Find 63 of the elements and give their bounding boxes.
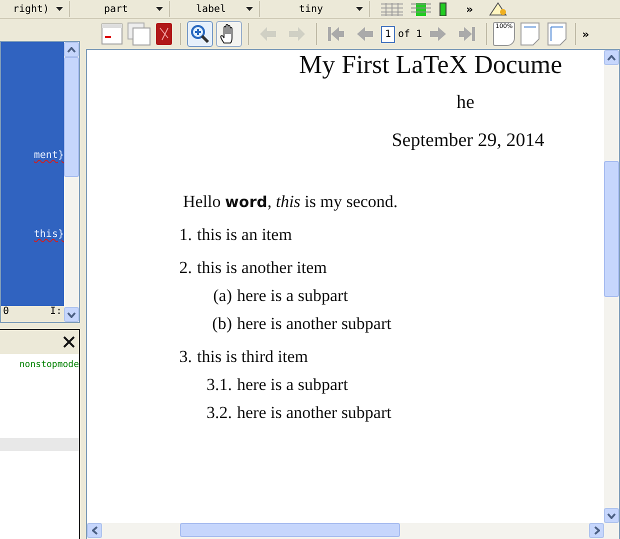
close-icon[interactable] bbox=[63, 336, 75, 348]
windows-icon bbox=[127, 22, 151, 46]
dropdown[interactable]: right) bbox=[0, 1, 70, 17]
caret-icon bbox=[56, 7, 63, 11]
zoom-in-icon bbox=[189, 23, 211, 45]
code-editor[interactable]: ment} this} 0 I: bbox=[0, 41, 80, 323]
scroll-down-button[interactable] bbox=[64, 307, 79, 322]
dropdown[interactable]: part bbox=[70, 1, 170, 17]
chevron-up-icon bbox=[67, 46, 76, 52]
dropdown[interactable]: tiny bbox=[260, 1, 370, 17]
overflow-chevron[interactable]: » bbox=[466, 2, 474, 16]
table-highlight-icon bbox=[410, 2, 432, 16]
list-number: 1. bbox=[178, 225, 193, 245]
list-number: 3.2. bbox=[206, 403, 233, 423]
fit-page-icon[interactable] bbox=[545, 22, 570, 46]
zoom-tool-button[interactable] bbox=[187, 21, 213, 47]
fit-width-icon[interactable] bbox=[518, 22, 542, 46]
list-number: 3. bbox=[178, 347, 193, 367]
scroll-up-button[interactable] bbox=[64, 42, 79, 57]
list-item-text: this is another item bbox=[197, 258, 327, 278]
caret-icon bbox=[246, 7, 253, 11]
list-item-text: this is third item bbox=[197, 347, 308, 367]
paragraph: Hello word, this is my second. bbox=[183, 192, 399, 212]
status-text: 0 bbox=[3, 306, 10, 319]
list-number: (a) bbox=[212, 286, 233, 306]
chevron-left-icon bbox=[92, 526, 98, 535]
status-text: I: bbox=[50, 306, 62, 319]
caret-icon bbox=[156, 7, 163, 11]
overflow-chevron[interactable]: » bbox=[582, 28, 590, 40]
page-count: of 1 bbox=[398, 28, 422, 40]
list-item-text: this is an item bbox=[197, 225, 292, 245]
scrollbar-thumb[interactable] bbox=[180, 523, 400, 537]
caret-icon bbox=[356, 7, 363, 11]
scroll-left-button[interactable] bbox=[87, 523, 102, 538]
list-item-text: here is another subpart bbox=[237, 403, 392, 423]
list-number: 2. bbox=[178, 258, 193, 278]
page-number-field[interactable]: 1 bbox=[381, 26, 395, 42]
chevron-right-icon bbox=[594, 526, 600, 535]
scrollbar-thumb[interactable] bbox=[604, 161, 619, 297]
chevron-down-icon bbox=[67, 312, 76, 318]
list-number: (b) bbox=[211, 314, 233, 334]
scroll-up-button[interactable] bbox=[604, 50, 619, 65]
dropdown[interactable]: label bbox=[170, 1, 260, 17]
code-line: this} bbox=[32, 229, 64, 240]
hand-tool-button[interactable] bbox=[216, 21, 242, 47]
window-layout-icon bbox=[100, 22, 124, 46]
list-item-text: here is another subpart bbox=[237, 314, 392, 334]
scroll-down-button[interactable] bbox=[604, 508, 619, 523]
list-number: 3.1. bbox=[206, 375, 233, 395]
code-line: ment} bbox=[32, 150, 64, 161]
scroll-right-button[interactable] bbox=[589, 523, 604, 538]
chevron-down-icon bbox=[607, 512, 616, 518]
list-item-text: here is a subpart bbox=[237, 286, 348, 306]
chevron-up-icon bbox=[607, 54, 616, 60]
document-title: My First LaTeX Docume bbox=[298, 50, 564, 80]
scrollbar-thumb[interactable] bbox=[64, 57, 79, 177]
table-icon bbox=[380, 2, 404, 16]
list-item-text: here is a subpart bbox=[237, 375, 348, 395]
document-author: he bbox=[456, 92, 476, 114]
log-line: nonstopmode bbox=[18, 359, 79, 370]
document-date: September 29, 2014 bbox=[390, 130, 546, 152]
book-icon bbox=[154, 22, 174, 46]
warning-icon bbox=[489, 2, 508, 16]
